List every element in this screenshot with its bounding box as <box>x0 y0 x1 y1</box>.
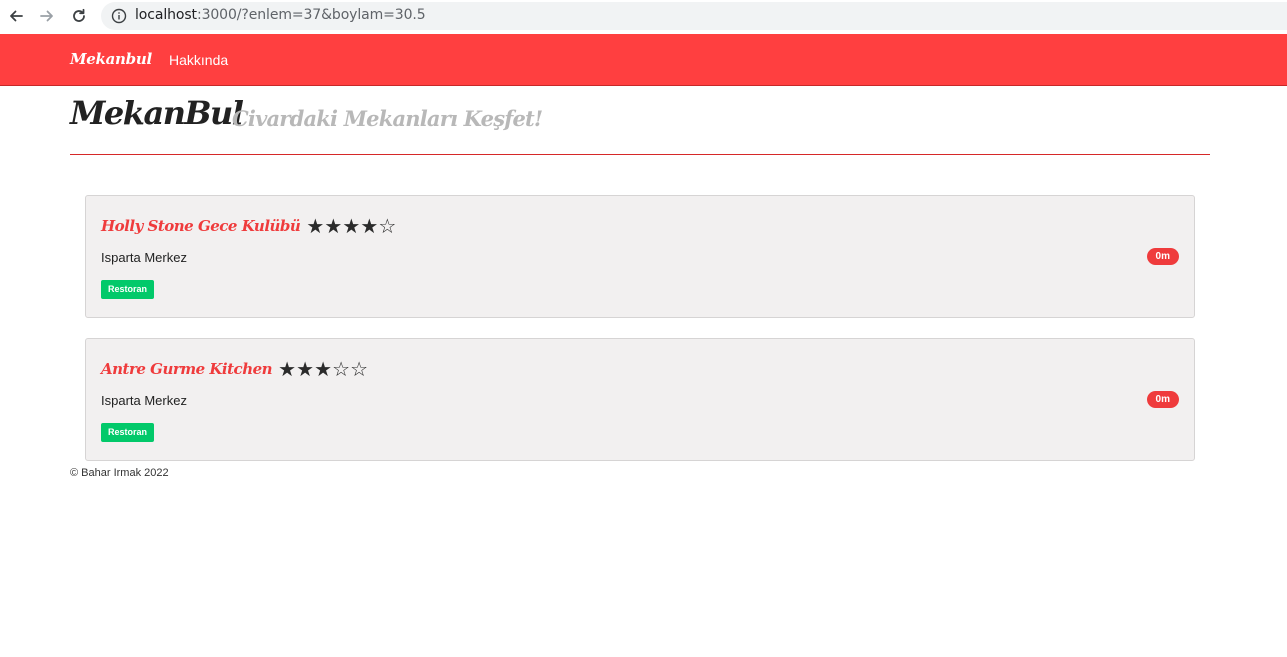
star-outline-icon: ☆ <box>350 357 369 381</box>
star-icon: ★ <box>360 214 379 238</box>
place-name-link[interactable]: Antre Gurme Kitchen <box>101 360 273 378</box>
url-path: :3000/?enlem=37&boylam=30.5 <box>196 7 426 23</box>
url-text[interactable]: localhost:3000/?enlem=37&boylam=30.5 <box>135 7 426 23</box>
place-title-row: Antre Gurme Kitchen ★ ★ ★ ☆ ☆ <box>101 359 368 379</box>
address-bar[interactable]: localhost:3000/?enlem=37&boylam=30.5 <box>101 2 1287 30</box>
star-rating: ★ ★ ★ ★ ☆ <box>306 216 396 236</box>
star-icon: ★ <box>306 214 325 238</box>
place-address: Isparta Merkez <box>101 393 187 408</box>
star-icon: ★ <box>278 357 297 381</box>
distance-badge: 0m <box>1146 248 1179 265</box>
footer-copyright: © Bahar Irmak 2022 <box>70 467 169 479</box>
facility-badge: Restoran <box>101 423 155 442</box>
star-icon: ★ <box>296 357 315 381</box>
place-card: Holly Stone Gece Kulübü ★ ★ ★ ★ ☆ Ispart… <box>85 195 1195 318</box>
page-title: MekanBul <box>70 94 244 132</box>
header-divider <box>70 154 1210 155</box>
place-card: Antre Gurme Kitchen ★ ★ ★ ☆ ☆ Isparta Me… <box>85 338 1195 461</box>
star-icon: ★ <box>314 357 333 381</box>
place-name-link[interactable]: Holly Stone Gece Kulübü <box>101 217 301 235</box>
navbar-brand[interactable]: Mekanbul <box>70 50 152 68</box>
star-icon: ★ <box>342 214 361 238</box>
star-outline-icon: ☆ <box>378 214 397 238</box>
back-arrow-icon[interactable] <box>5 5 27 27</box>
facility-badge: Restoran <box>101 280 155 299</box>
url-host: localhost <box>135 7 197 23</box>
place-address: Isparta Merkez <box>101 250 187 265</box>
star-icon: ★ <box>324 214 343 238</box>
place-title-row: Holly Stone Gece Kulübü ★ ★ ★ ★ ☆ <box>101 216 396 236</box>
distance-badge: 0m <box>1146 391 1179 408</box>
reload-icon[interactable] <box>68 5 90 27</box>
site-navbar: Mekanbul Hakkında <box>0 34 1287 86</box>
star-rating: ★ ★ ★ ☆ ☆ <box>278 359 368 379</box>
forward-arrow-icon[interactable] <box>36 5 58 27</box>
browser-toolbar: localhost:3000/?enlem=37&boylam=30.5 <box>0 0 1287 34</box>
nav-link-about[interactable]: Hakkında <box>169 52 228 68</box>
star-outline-icon: ☆ <box>332 357 351 381</box>
page-subtitle: Civardaki Mekanları Keşfet! <box>232 106 543 131</box>
site-info-icon[interactable] <box>111 8 127 24</box>
